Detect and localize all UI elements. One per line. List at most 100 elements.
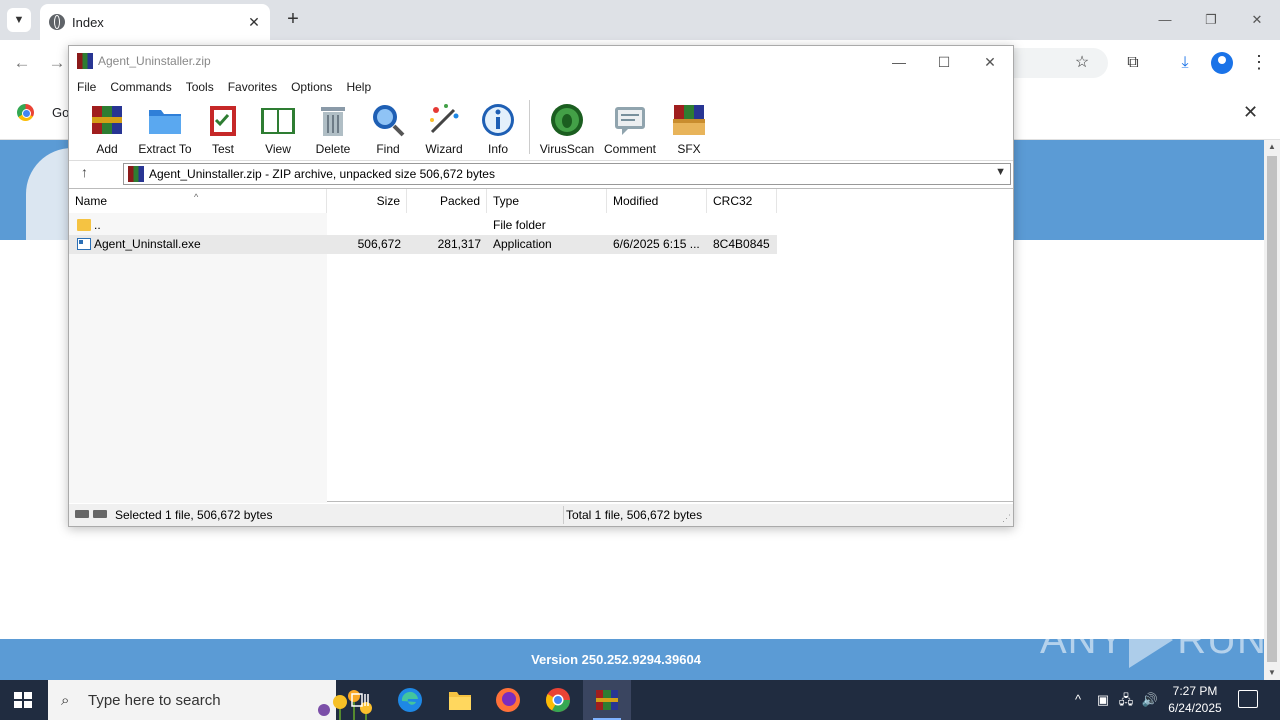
- delete-button[interactable]: Delete: [305, 100, 361, 156]
- chevron-down-icon[interactable]: ▼: [995, 166, 1006, 178]
- volume-icon[interactable]: 🔊: [1140, 690, 1160, 710]
- winrar-maximize-icon[interactable]: ☐: [927, 50, 961, 74]
- taskbar-clock[interactable]: 7:27 PM 6/24/2025: [1160, 683, 1230, 717]
- windows-taskbar: ⌕ Type here to search ^ ▣ 🖧 🔊 7:27 PM 6/…: [0, 680, 1280, 720]
- page-scrollbar[interactable]: ▲ ▼: [1264, 140, 1280, 680]
- scroll-down-icon[interactable]: ▼: [1264, 666, 1280, 680]
- download-icon[interactable]: ⤓: [1173, 51, 1197, 75]
- column-header-packed[interactable]: Packed: [407, 189, 487, 213]
- wizard-button[interactable]: Wizard: [416, 100, 472, 156]
- bookmark-star-icon[interactable]: ☆: [1070, 51, 1094, 75]
- browser-tab[interactable]: Index ✕: [40, 4, 270, 40]
- menu-help[interactable]: Help: [339, 77, 378, 97]
- scroll-up-icon[interactable]: ▲: [1264, 140, 1280, 154]
- list-item[interactable]: Agent_Uninstall.exe 506,672 281,317 Appl…: [69, 235, 777, 254]
- archive-path-combobox[interactable]: Agent_Uninstaller.zip - ZIP archive, unp…: [123, 163, 1011, 185]
- view-book-icon: [260, 102, 296, 138]
- extract-folder-icon: [147, 102, 183, 138]
- taskbar-search-box[interactable]: ⌕ Type here to search: [48, 680, 372, 720]
- globe-icon: [49, 14, 65, 30]
- status-selected: Selected 1 file, 506,672 bytes: [115, 508, 273, 522]
- back-arrow-icon[interactable]: ←: [11, 52, 33, 74]
- profile-avatar-icon[interactable]: [1211, 52, 1233, 74]
- resize-grip-icon[interactable]: ⋰: [1002, 513, 1011, 524]
- search-icon: ⌕: [61, 692, 70, 709]
- show-hidden-icons-chevron-icon[interactable]: ^: [1068, 690, 1088, 710]
- file-explorer-icon[interactable]: [436, 680, 484, 720]
- winrar-app-icon: [77, 53, 93, 69]
- column-name-label: Name: [75, 194, 108, 208]
- tab-search-dropdown-icon[interactable]: ▼: [7, 8, 31, 32]
- find-magnifier-icon: [370, 102, 406, 138]
- test-clipboard-icon: [205, 102, 241, 138]
- info-bar-text: Go: [52, 105, 70, 120]
- menu-favorites[interactable]: Favorites: [221, 77, 284, 97]
- task-view-icon[interactable]: [336, 680, 384, 720]
- restore-icon[interactable]: ❐: [1196, 8, 1226, 32]
- extensions-puzzle-icon[interactable]: ⧉: [1121, 51, 1145, 75]
- network-icon[interactable]: 🖧: [1116, 690, 1136, 710]
- close-info-bar-icon[interactable]: ✕: [1243, 102, 1258, 123]
- virusscan-label: VirusScan: [539, 142, 595, 156]
- file-crc32: 8C4B0845: [713, 237, 770, 251]
- sfx-label: SFX: [677, 142, 701, 156]
- winrar-minimize-icon[interactable]: —: [882, 50, 916, 74]
- winrar-menubar: File Commands Tools Favorites Options He…: [69, 77, 378, 97]
- up-folder-icon[interactable]: ↑: [81, 164, 88, 180]
- find-button[interactable]: Find: [360, 100, 416, 156]
- comment-button[interactable]: Comment: [602, 100, 658, 156]
- application-exe-icon: [77, 238, 91, 250]
- minimize-icon[interactable]: —: [1150, 8, 1180, 32]
- toolbar-separator: [529, 100, 530, 154]
- close-tab-icon[interactable]: ✕: [244, 12, 264, 32]
- scroll-thumb[interactable]: [1267, 156, 1277, 662]
- new-tab-button[interactable]: +: [282, 8, 304, 30]
- add-button[interactable]: Add: [79, 100, 135, 156]
- forward-arrow-icon[interactable]: →: [46, 52, 68, 74]
- chrome-taskbar-icon[interactable]: [534, 680, 582, 720]
- test-label: Test: [211, 142, 234, 156]
- file-list[interactable]: Name ^ Size Packed Type Modified CRC32 .…: [69, 188, 1013, 503]
- archive-path-text: Agent_Uninstaller.zip - ZIP archive, unp…: [149, 167, 495, 181]
- file-type: File folder: [493, 218, 546, 232]
- edge-browser-icon[interactable]: [386, 680, 434, 720]
- firefox-icon[interactable]: [484, 680, 532, 720]
- extract-to-button[interactable]: Extract To: [137, 100, 193, 156]
- device-icon[interactable]: ▣: [1093, 690, 1113, 710]
- menu-commands[interactable]: Commands: [103, 77, 178, 97]
- view-label: View: [265, 142, 291, 156]
- list-item[interactable]: .. File folder: [69, 216, 777, 235]
- file-name: ..: [94, 218, 101, 232]
- close-window-icon[interactable]: ✕: [1242, 8, 1272, 32]
- virusscan-bug-icon: [549, 102, 585, 138]
- column-header-modified[interactable]: Modified: [607, 189, 707, 213]
- browser-tab-strip: ▼ Index ✕ + — ❐ ✕: [0, 0, 1280, 40]
- more-menu-icon[interactable]: ⋮: [1250, 50, 1268, 74]
- virusscan-button[interactable]: VirusScan: [539, 100, 595, 156]
- sfx-button[interactable]: SFX: [661, 100, 717, 156]
- info-button[interactable]: Info: [470, 100, 526, 156]
- watermark-run: RUN: [1177, 617, 1267, 662]
- winrar-titlebar[interactable]: Agent_Uninstaller.zip — ☐ ✕: [69, 46, 1013, 77]
- search-placeholder: Type here to search: [88, 692, 221, 709]
- extract-to-label: Extract To: [138, 142, 192, 156]
- winrar-window: Agent_Uninstaller.zip — ☐ ✕ File Command…: [68, 45, 1014, 527]
- add-archive-icon: [89, 102, 125, 138]
- info-icon: [480, 102, 516, 138]
- view-button[interactable]: View: [250, 100, 306, 156]
- notification-center-icon[interactable]: [1238, 690, 1258, 708]
- menu-options[interactable]: Options: [284, 77, 339, 97]
- file-packed: 281,317: [437, 237, 481, 251]
- column-header-crc32[interactable]: CRC32: [707, 189, 777, 213]
- sort-ascending-icon: ^: [194, 192, 199, 202]
- windows-start-icon[interactable]: [14, 692, 32, 708]
- column-header-type[interactable]: Type: [487, 189, 607, 213]
- winrar-close-icon[interactable]: ✕: [973, 50, 1007, 74]
- column-header-size[interactable]: Size: [327, 189, 407, 213]
- menu-tools[interactable]: Tools: [179, 77, 221, 97]
- column-header-name[interactable]: Name ^: [69, 189, 327, 213]
- test-button[interactable]: Test: [195, 100, 251, 156]
- menu-file[interactable]: File: [69, 77, 103, 97]
- delete-trash-icon: [315, 102, 351, 138]
- winrar-taskbar-icon[interactable]: [583, 680, 631, 720]
